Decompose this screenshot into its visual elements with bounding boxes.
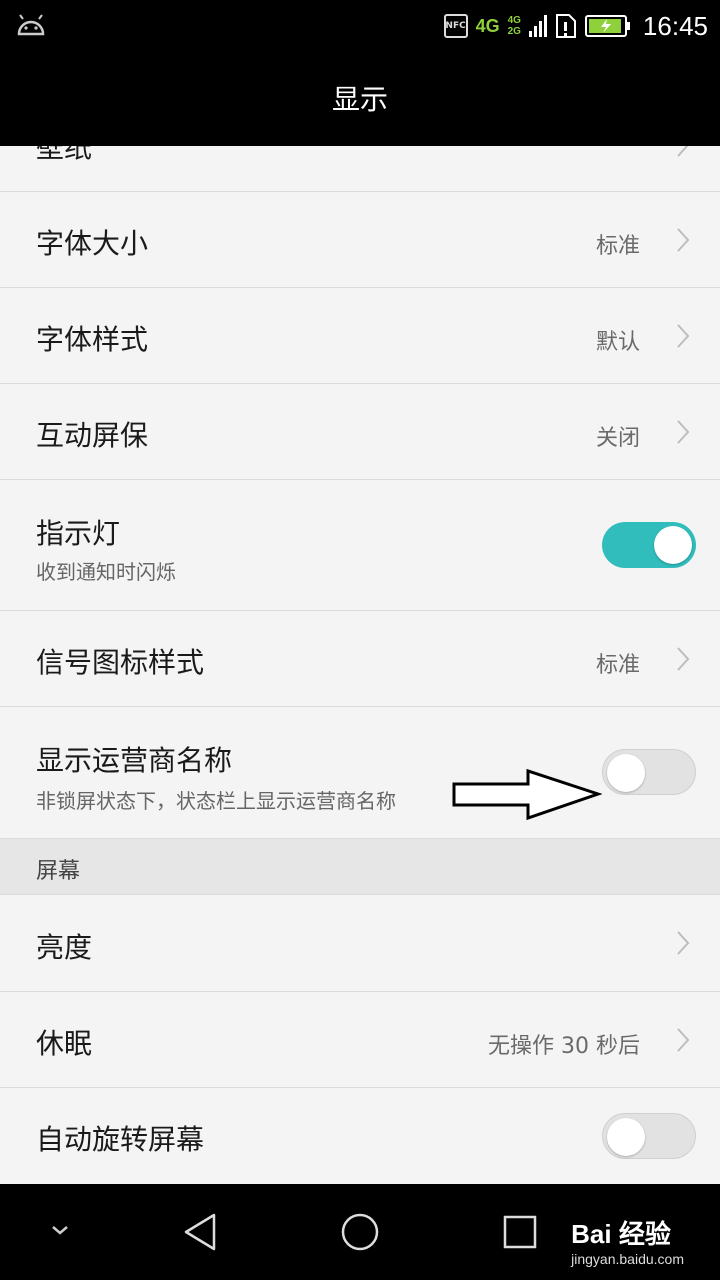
- settings-item-value: 默认: [595, 330, 640, 355]
- settings-item-label: 自动旋转屏幕: [36, 1123, 205, 1156]
- status-bar: NFC 4G 4G 2G 16:45: [0, 0, 720, 50]
- network-4g-small: 4G: [507, 15, 521, 26]
- settings-item-label: 亮度: [36, 931, 93, 964]
- home-icon[interactable]: [340, 1212, 380, 1252]
- settings-item-auto-rotate[interactable]: 自动旋转屏幕: [0, 1088, 720, 1184]
- settings-item-value: 标准: [595, 234, 640, 259]
- settings-item-value: 无操作 30 秒后: [488, 1034, 640, 1059]
- chevron-down-icon[interactable]: [48, 1222, 72, 1238]
- auto-rotate-toggle[interactable]: [602, 1113, 696, 1159]
- settings-item-font-size[interactable]: 字体大小 标准: [0, 192, 720, 288]
- settings-item-wallpaper[interactable]: 壁纸: [0, 146, 720, 192]
- toggle-knob: [607, 1118, 645, 1156]
- chevron-right-icon: [677, 324, 690, 348]
- sim-alert-icon: [555, 14, 576, 38]
- nfc-icon: NFC: [443, 14, 468, 38]
- settings-item-label: 显示运营商名称: [36, 744, 233, 777]
- settings-item-screensaver[interactable]: 互动屏保 关闭: [0, 384, 720, 480]
- settings-item-carrier-name[interactable]: 显示运营商名称 非锁屏状态下，状态栏上显示运营商名称: [0, 707, 720, 839]
- navigation-bar: Bai 经验 jingyan.baidu.com: [0, 1184, 720, 1280]
- android-debug-icon: [17, 14, 45, 36]
- network-4g-indicator: 4G: [475, 15, 500, 36]
- chevron-right-icon: [677, 647, 690, 671]
- signal-bars-icon: [528, 15, 547, 37]
- settings-item-subtitle: 非锁屏状态下，状态栏上显示运营商名称: [36, 789, 396, 813]
- chevron-right-icon: [677, 1028, 690, 1052]
- settings-item-label: 信号图标样式: [36, 646, 205, 679]
- network-dual-indicator: 4G 2G: [508, 15, 521, 37]
- recents-icon[interactable]: [502, 1214, 538, 1250]
- settings-item-label: 互动屏保: [36, 419, 149, 452]
- settings-item-signal-icon-style[interactable]: 信号图标样式 标准: [0, 611, 720, 707]
- network-2g-small: 2G: [507, 26, 521, 37]
- chevron-right-icon: [677, 931, 690, 955]
- indicator-light-toggle[interactable]: [602, 522, 696, 568]
- battery-charging-icon: [584, 15, 630, 37]
- watermark-url: jingyan.baidu.com: [571, 1251, 684, 1267]
- page-title: 显示: [331, 83, 388, 116]
- back-icon[interactable]: [182, 1212, 218, 1252]
- settings-item-font-style[interactable]: 字体样式 默认: [0, 288, 720, 384]
- app-bar: 显示: [0, 50, 720, 146]
- settings-item-label: 字体样式: [36, 323, 149, 356]
- settings-item-label: 休眠: [36, 1027, 93, 1060]
- watermark-brand: Bai 经验: [571, 1219, 671, 1249]
- settings-item-label: 壁纸: [36, 146, 93, 164]
- section-header-label: 屏幕: [36, 859, 81, 884]
- settings-list[interactable]: 壁纸 字体大小 标准 字体样式 默认 互动屏保 关闭 指示灯 收到通知时闪烁 信…: [0, 146, 720, 1184]
- settings-item-label: 字体大小: [36, 227, 149, 260]
- settings-item-sleep[interactable]: 休眠 无操作 30 秒后: [0, 992, 720, 1088]
- settings-item-indicator-light[interactable]: 指示灯 收到通知时闪烁: [0, 480, 720, 611]
- chevron-right-icon: [677, 146, 689, 157]
- settings-item-value: 标准: [595, 653, 640, 678]
- toggle-knob: [654, 526, 692, 564]
- settings-item-subtitle: 收到通知时闪烁: [36, 560, 176, 584]
- chevron-right-icon: [677, 228, 690, 252]
- settings-item-brightness[interactable]: 亮度: [0, 895, 720, 992]
- settings-item-value: 关闭: [595, 426, 640, 451]
- carrier-name-toggle[interactable]: [602, 749, 696, 795]
- settings-item-label: 指示灯: [36, 517, 121, 550]
- toggle-knob: [607, 754, 645, 792]
- section-header-screen: 屏幕: [0, 839, 720, 895]
- chevron-right-icon: [677, 420, 690, 444]
- clock: 16:45: [642, 10, 708, 41]
- baidu-watermark: Bai 经验 jingyan.baidu.com: [571, 1214, 684, 1267]
- annotation-arrow-icon: [452, 768, 602, 821]
